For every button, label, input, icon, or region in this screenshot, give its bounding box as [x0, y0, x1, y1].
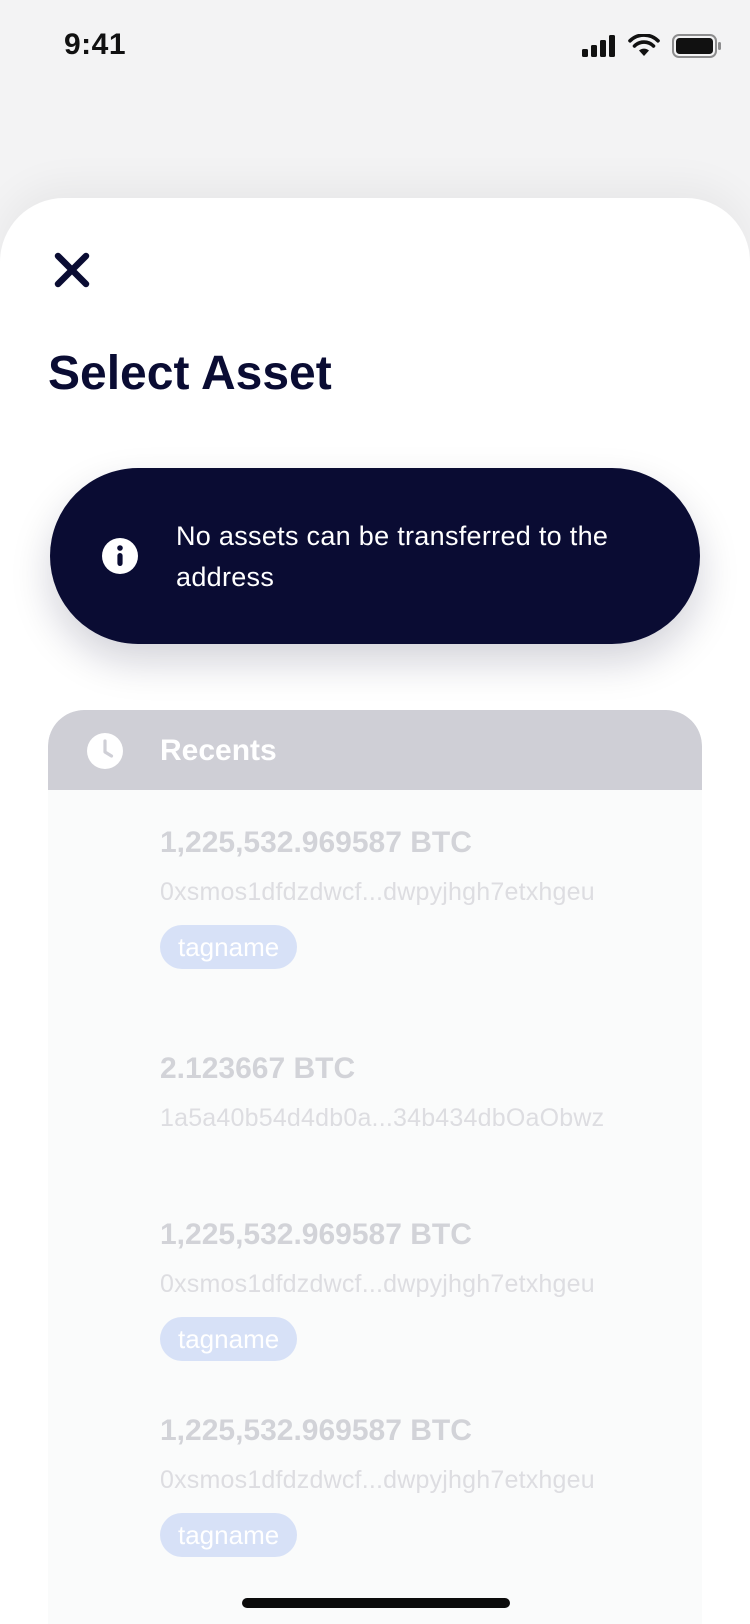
asset-amount: 1,225,532.969587 BTC — [160, 1414, 472, 1447]
list-item[interactable]: 2.123667 BTC 1a5a40b54d4db0a...34b434dbO… — [160, 1052, 680, 1133]
info-icon — [102, 538, 138, 574]
asset-address: 0xsmos1dfdzdwcf...dwpyjhgh7etxhgeu — [160, 1270, 595, 1298]
tag-badge: tagname — [160, 1513, 298, 1557]
list-item[interactable]: 1,225,532.969587 BTC 0xsmos1dfdzdwcf...d… — [160, 826, 680, 969]
recents-title: Recents — [160, 734, 277, 767]
page-title: Select Asset — [48, 347, 332, 400]
recents-card: Recents 1,225,532.969587 BTC 0xsmos1dfdz… — [48, 710, 702, 1624]
tag-badge: tagname — [160, 1317, 298, 1361]
home-indicator[interactable] — [242, 1598, 510, 1608]
battery-icon — [672, 34, 721, 58]
asset-amount: 2.123667 BTC — [160, 1052, 356, 1085]
info-banner: No assets can be transferred to the addr… — [50, 468, 700, 644]
recents-header: Recents — [48, 710, 702, 790]
signal-icon — [582, 35, 615, 57]
banner-message: No assets can be transferred to the addr… — [176, 521, 609, 592]
close-icon[interactable] — [50, 248, 94, 292]
asset-address: 0xsmos1dfdzdwcf...dwpyjhgh7etxhgeu — [160, 1466, 595, 1494]
asset-address: 0xsmos1dfdzdwcf...dwpyjhgh7etxhgeu — [160, 878, 595, 906]
status-bar: 9:41 — [0, 0, 750, 92]
wifi-icon — [628, 34, 660, 56]
select-asset-sheet: Select Asset No assets can be transferre… — [0, 198, 750, 1624]
list-item[interactable]: 1,225,532.969587 BTC 0xsmos1dfdzdwcf...d… — [160, 1414, 680, 1557]
asset-amount: 1,225,532.969587 BTC — [160, 826, 472, 859]
asset-address: 1a5a40b54d4db0a...34b434dbOaObwz — [160, 1104, 605, 1132]
clock-icon — [87, 733, 123, 769]
status-icons — [582, 34, 722, 58]
list-item[interactable]: 1,225,532.969587 BTC 0xsmos1dfdzdwcf...d… — [160, 1218, 680, 1361]
status-time: 9:41 — [64, 28, 127, 61]
asset-amount: 1,225,532.969587 BTC — [160, 1218, 472, 1251]
tag-badge: tagname — [160, 925, 298, 969]
